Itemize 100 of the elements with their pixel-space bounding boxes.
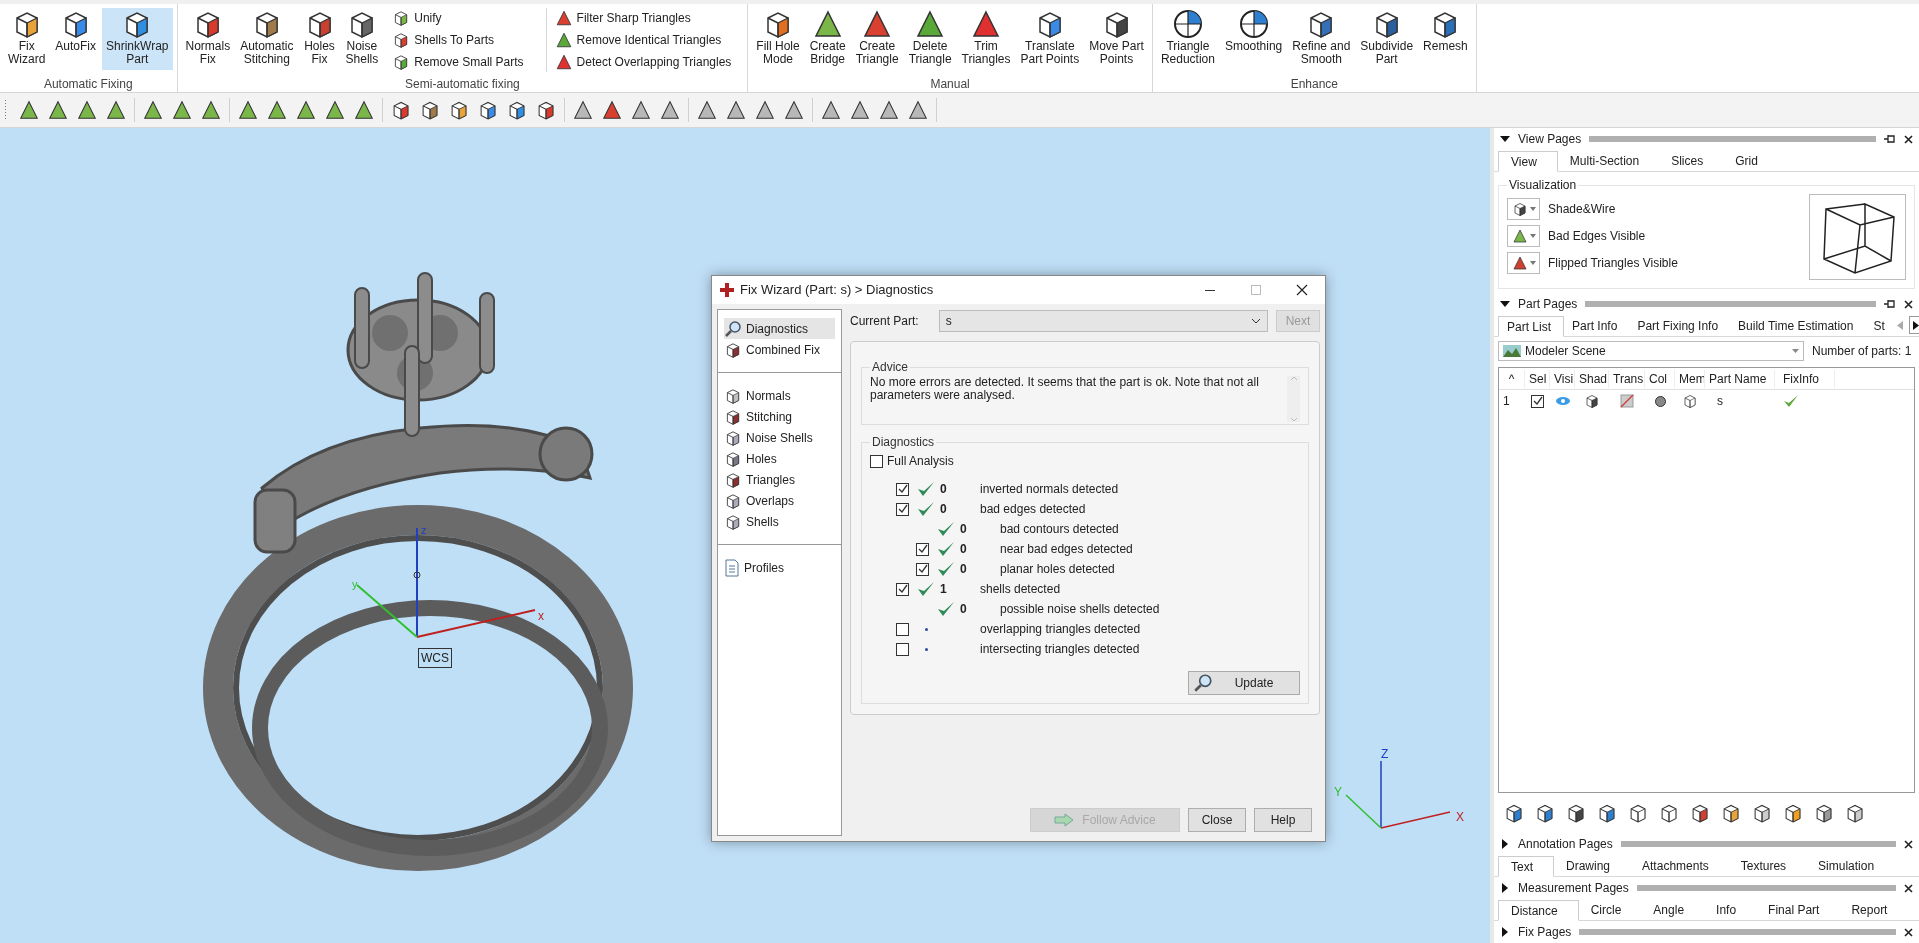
wizard-nav-item[interactable]: Shells: [724, 511, 835, 532]
toolbar-button[interactable]: [199, 98, 223, 122]
wizard-nav-item[interactable]: Triangles: [724, 469, 835, 490]
checkbox[interactable]: [896, 502, 909, 516]
ribbon-button[interactable]: Remesh: [1419, 8, 1472, 70]
toolbar-button[interactable]: [782, 98, 806, 122]
toolbar-button[interactable]: [753, 98, 777, 122]
toolbar-button[interactable]: [600, 98, 624, 122]
tab[interactable]: Grid: [1723, 150, 1778, 171]
ribbon-button[interactable]: Subdivide Part: [1356, 8, 1418, 70]
toolbar-button[interactable]: [294, 98, 318, 122]
column-header[interactable]: Shad: [1575, 369, 1609, 388]
collapse-arrow-icon[interactable]: [1500, 299, 1510, 309]
scroll-right-button[interactable]: [1908, 316, 1919, 334]
toolbar-button[interactable]: [819, 98, 843, 122]
dialog-button[interactable]: Help: [1254, 808, 1312, 832]
tab[interactable]: Report: [1839, 899, 1908, 920]
toolbar-button[interactable]: [906, 98, 930, 122]
checkbox[interactable]: [896, 582, 909, 596]
current-part-select[interactable]: s: [938, 310, 1268, 332]
tab[interactable]: View: [1498, 151, 1558, 172]
column-header[interactable]: FixInfo: [1775, 369, 1835, 388]
ribbon-button[interactable]: Normals Fix: [181, 8, 235, 70]
toolbar-button[interactable]: [724, 98, 748, 122]
ribbon-button[interactable]: Automatic Stitching: [236, 8, 298, 70]
ribbon-button[interactable]: Smoothing: [1220, 8, 1287, 70]
display-mode-dropdown[interactable]: [1507, 252, 1540, 274]
transparency-off-icon[interactable]: [1619, 393, 1635, 409]
toolbar-button[interactable]: [265, 98, 289, 122]
ribbon-button[interactable]: Refine and Smooth: [1288, 8, 1355, 70]
tab[interactable]: Attachments: [1630, 855, 1729, 876]
tab[interactable]: Circle: [1578, 899, 1642, 920]
tab[interactable]: Part Info: [1564, 315, 1630, 336]
tab[interactable]: Slices: [1659, 150, 1724, 171]
column-header[interactable]: ^: [1499, 369, 1525, 388]
close-icon[interactable]: [1904, 927, 1913, 937]
ribbon-button[interactable]: Move Part Points: [1085, 8, 1148, 70]
3d-viewport[interactable]: [0, 128, 1490, 943]
tab[interactable]: Final Part: [1756, 899, 1840, 920]
close-icon[interactable]: [1904, 299, 1913, 309]
column-header[interactable]: Mem: [1675, 369, 1705, 388]
toolbar-button[interactable]: [658, 98, 682, 122]
ribbon-small-button[interactable]: Filter Sharp Triangles: [554, 8, 732, 28]
ribbon-button[interactable]: Holes Fix: [299, 8, 340, 70]
view-cube-preview[interactable]: [1809, 194, 1906, 280]
wizard-nav-item[interactable]: Profiles: [724, 557, 835, 578]
pin-icon[interactable]: [1884, 134, 1896, 144]
toolbar-button[interactable]: [571, 98, 595, 122]
eye-icon[interactable]: [1554, 396, 1571, 406]
scene-select[interactable]: Modeler Scene: [1498, 341, 1804, 361]
expand-arrow-icon[interactable]: [1500, 927, 1510, 937]
ribbon-button[interactable]: Noise Shells: [341, 8, 383, 70]
dialog-button[interactable]: Close: [1188, 808, 1246, 832]
ribbon-button[interactable]: AutoFix: [51, 8, 101, 70]
ribbon-button[interactable]: Create Triangle: [851, 8, 903, 70]
ribbon-small-button[interactable]: Unify: [392, 8, 524, 28]
toolbar-button[interactable]: [141, 98, 165, 122]
toolbar-button[interactable]: [236, 98, 260, 122]
ribbon-button[interactable]: ShrinkWrap Part: [102, 8, 173, 70]
toolbar-button[interactable]: [323, 98, 347, 122]
toolbar-button[interactable]: [104, 98, 128, 122]
toolbar-button[interactable]: [352, 98, 376, 122]
close-icon[interactable]: [1904, 134, 1913, 144]
wizard-nav-item[interactable]: Diagnostics: [724, 318, 835, 339]
toolbar-button[interactable]: [695, 98, 719, 122]
ribbon-button[interactable]: Fix Wizard: [4, 8, 50, 70]
color-swatch[interactable]: [1654, 395, 1666, 407]
column-header[interactable]: Col: [1645, 369, 1675, 388]
checkbox[interactable]: [896, 482, 909, 496]
checkbox[interactable]: [916, 542, 929, 556]
tab[interactable]: Multi-Section: [1557, 150, 1660, 171]
tab[interactable]: Angle: [1641, 899, 1705, 920]
tab[interactable]: Part Fixing Info: [1629, 315, 1731, 336]
tab[interactable]: St: [1865, 315, 1897, 336]
column-header[interactable]: Part Name: [1705, 369, 1775, 388]
expand-arrow-icon[interactable]: [1500, 883, 1510, 893]
pin-icon[interactable]: [1884, 299, 1896, 309]
tab[interactable]: Part List: [1498, 316, 1564, 337]
ribbon-small-button[interactable]: Remove Identical Triangles: [554, 30, 732, 50]
column-header[interactable]: Visi: [1550, 369, 1575, 388]
close-icon[interactable]: [1904, 839, 1913, 849]
wizard-nav-item[interactable]: Noise Shells: [724, 427, 835, 448]
ribbon-small-button[interactable]: Detect Overlapping Triangles: [554, 52, 732, 72]
ribbon-button[interactable]: Triangle Reduction: [1156, 8, 1219, 70]
ribbon-button[interactable]: Translate Part Points: [1016, 8, 1084, 70]
checkbox[interactable]: [916, 562, 929, 576]
ribbon-button[interactable]: Fill Hole Mode: [752, 8, 804, 70]
tab[interactable]: Drawing: [1554, 855, 1631, 876]
wizard-nav-item[interactable]: Combined Fix: [724, 339, 835, 360]
ribbon-small-button[interactable]: Shells To Parts: [392, 30, 524, 50]
checkbox[interactable]: [870, 454, 883, 468]
column-header[interactable]: Sel: [1525, 369, 1550, 388]
checkbox[interactable]: [896, 622, 909, 636]
expand-arrow-icon[interactable]: [1500, 839, 1510, 849]
tab[interactable]: Textures: [1728, 855, 1807, 876]
close-icon[interactable]: [1904, 883, 1913, 893]
toolbar-button[interactable]: [877, 98, 901, 122]
toolbar-button[interactable]: [848, 98, 872, 122]
tab[interactable]: Info: [1704, 899, 1757, 920]
toolbar-button[interactable]: [629, 98, 653, 122]
